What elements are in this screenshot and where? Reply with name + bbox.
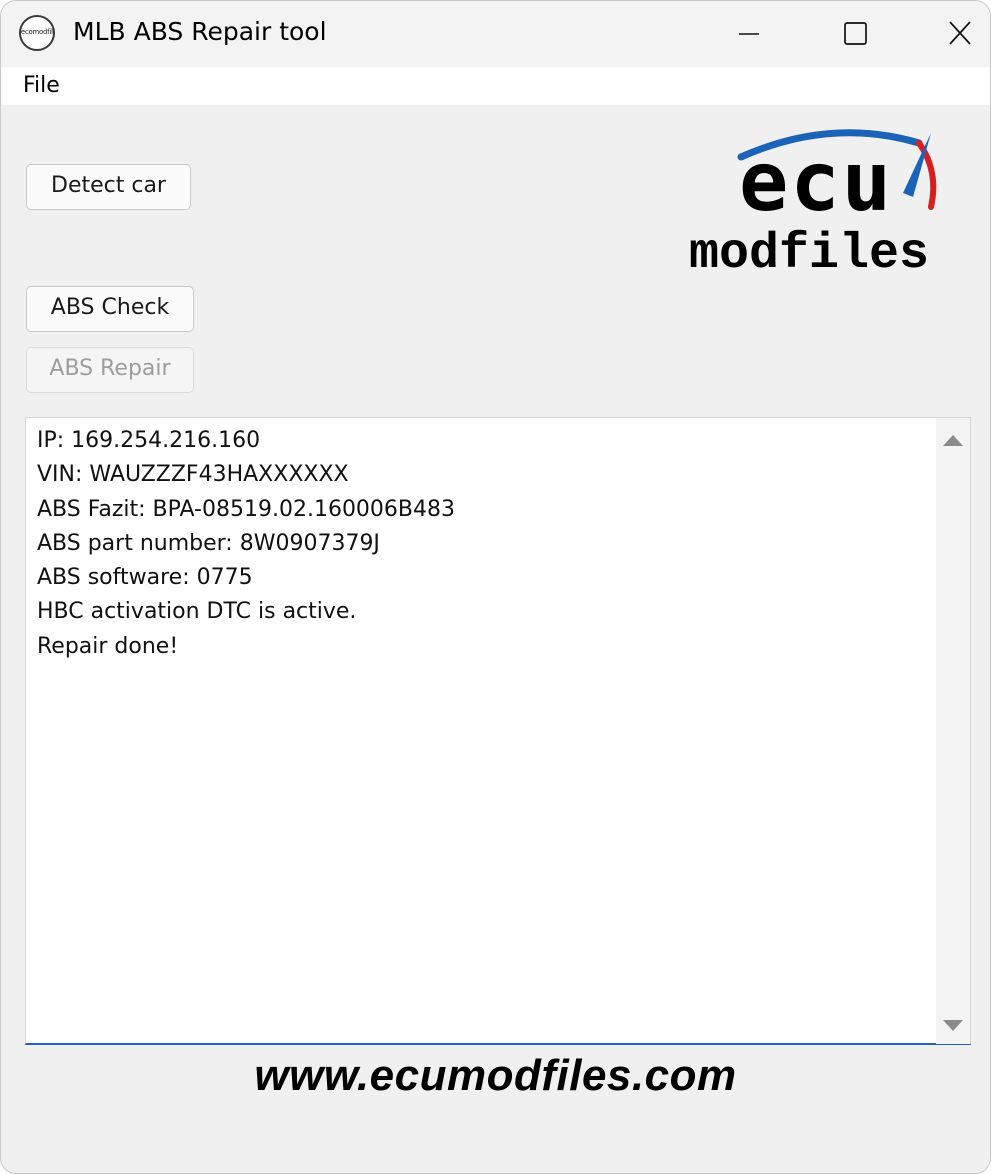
ecumodfiles-logo: ecu modfiles (681, 123, 981, 283)
log-line: ABS Fazit: BPA-08519.02.160006B483 (37, 496, 456, 522)
log-line: HBC activation DTC is active. (37, 599, 357, 625)
window-title: MLB ABS Repair tool (73, 17, 327, 46)
menu-item-file[interactable]: File (23, 73, 60, 98)
app-logo-icon: ecomodfiles (19, 15, 55, 51)
minimize-icon (739, 33, 759, 35)
log-line: ABS software: 0775 (37, 565, 253, 591)
close-button[interactable] (930, 9, 990, 57)
close-icon (949, 21, 971, 45)
app-window: ecomodfiles MLB ABS Repair tool File Det… (0, 0, 991, 1174)
app-icon-label: ecomodfiles (21, 28, 53, 36)
gauge-swoosh-icon (737, 129, 937, 210)
logo-text-modfiles: modfiles (689, 226, 930, 283)
minimize-button[interactable] (719, 9, 779, 57)
maximize-icon (844, 22, 867, 45)
footer-website-url: www.ecumodfiles.com (254, 1051, 737, 1100)
log-output-textarea[interactable]: IP: 169.254.216.160 VIN: WAUZZZF43HAXXXX… (25, 417, 971, 1045)
vertical-scrollbar[interactable] (936, 418, 970, 1044)
log-line: IP: 169.254.216.160 (37, 428, 261, 453)
log-line: Repair done! (37, 633, 179, 659)
log-lines: IP: 169.254.216.160 VIN: WAUZZZF43HAXXXX… (37, 424, 455, 664)
abs-repair-button[interactable]: ABS Repair (26, 347, 194, 393)
menu-bar: File (1, 67, 990, 105)
maximize-button[interactable] (826, 9, 886, 57)
abs-check-button[interactable]: ABS Check (26, 286, 194, 332)
title-bar[interactable]: ecomodfiles MLB ABS Repair tool (1, 1, 990, 67)
log-line: ABS part number: 8W0907379J (37, 530, 380, 556)
scroll-down-arrow-icon[interactable] (941, 1016, 965, 1034)
log-line: VIN: WAUZZZF43HAXXXXXX (37, 462, 349, 488)
scroll-up-arrow-icon[interactable] (941, 432, 965, 450)
detect-car-button[interactable]: Detect car (26, 164, 191, 210)
